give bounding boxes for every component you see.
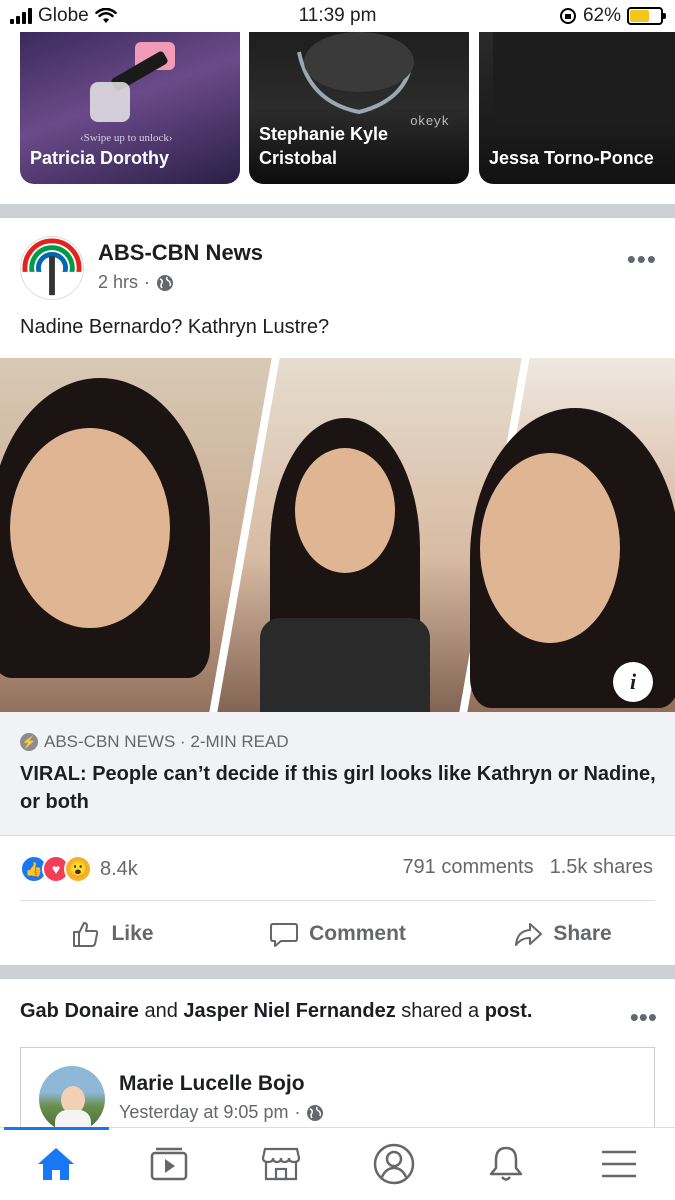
like-label: Like	[111, 922, 154, 945]
feed-separator	[0, 204, 675, 218]
story-name: Patricia Dorothy	[30, 148, 170, 168]
battery-percent: 62%	[582, 5, 621, 26]
profile-icon	[373, 1143, 414, 1185]
tab-home[interactable]	[0, 1127, 113, 1200]
tab-notifications[interactable]	[450, 1128, 563, 1200]
reaction-count: 8.4k	[100, 857, 138, 880]
bottom-tab-bar	[0, 1127, 675, 1200]
post-time[interactable]: Yesterday at 9:05 pm	[119, 1102, 288, 1123]
link-source: ⚡ ABS-CBN NEWS · 2-MIN READ	[20, 732, 289, 752]
meta-dot: ·	[294, 1102, 301, 1122]
tab-profile[interactable]	[338, 1128, 451, 1200]
status-bar: Globe 11:39 pm 62%	[0, 0, 675, 32]
sharer-name[interactable]: Gab Donaire	[20, 1000, 139, 1022]
meta-dot: ·	[144, 272, 151, 292]
reactions-summary[interactable]: 👍 ♥ 😮 8.4k	[20, 854, 138, 884]
avatar[interactable]	[39, 1066, 105, 1132]
home-icon	[38, 1148, 75, 1180]
like-button[interactable]: Like	[0, 904, 225, 964]
stories-tray: ‹Swipe up to unlock› Patricia Dorothy ok…	[0, 32, 675, 204]
comment-icon	[270, 923, 299, 947]
link-preview[interactable]: ⚡ ABS-CBN NEWS · 2-MIN READ VIRAL: Peopl…	[0, 712, 675, 836]
battery-icon	[627, 7, 666, 25]
menu-icon	[601, 1150, 636, 1178]
story-card[interactable]: Jessa Torno-Ponce	[479, 32, 675, 184]
wow-reaction-icon: 😮	[64, 855, 92, 883]
divider	[20, 900, 655, 901]
comment-label: Comment	[309, 922, 406, 945]
author-name[interactable]: Marie Lucelle Bojo	[119, 1072, 305, 1096]
post-image[interactable]: i	[0, 358, 675, 712]
more-options-icon[interactable]: •••	[627, 244, 657, 275]
post-meta: 2 hrs ·	[98, 272, 174, 293]
feed-separator	[0, 965, 675, 979]
share-label: Share	[553, 922, 612, 945]
status-right: 62%	[559, 5, 666, 27]
sharer-name[interactable]: Jasper Niel Fernandez	[183, 1000, 395, 1022]
globe-icon	[157, 274, 174, 291]
comment-button[interactable]: Comment	[225, 904, 450, 964]
post-time[interactable]: 2 hrs	[98, 272, 138, 293]
engagement-counts: 791 comments 1.5k shares	[402, 856, 653, 879]
share-button[interactable]: Share	[450, 904, 675, 964]
shared-a-text: shared a	[401, 1000, 480, 1022]
share-icon	[515, 923, 543, 946]
story-image	[297, 32, 414, 115]
marketplace-icon	[262, 1147, 301, 1181]
shared-post-header: Gab Donaire and Jasper Niel Fernandez sh…	[20, 1000, 620, 1023]
link-title: VIRAL: People can’t decide if this girl …	[20, 763, 656, 813]
thumbs-up-icon	[73, 922, 99, 947]
share-count[interactable]: 1.5k shares	[550, 856, 653, 879]
post-actions: Like Comment Share	[0, 904, 675, 964]
comment-count[interactable]: 791 comments	[402, 856, 533, 879]
tab-menu[interactable]	[563, 1128, 675, 1200]
shared-post-link[interactable]: post.	[485, 1000, 533, 1022]
story-image	[90, 42, 175, 122]
watch-icon	[150, 1147, 187, 1181]
post-text: Nadine Bernardo? Kathryn Lustre?	[20, 316, 330, 338]
post-meta: Yesterday at 9:05 pm ·	[119, 1102, 324, 1123]
tab-watch[interactable]	[113, 1128, 226, 1200]
bell-icon	[490, 1146, 523, 1181]
story-card[interactable]: okeyk Stephanie Kyle Cristobal	[249, 32, 469, 184]
page-name[interactable]: ABS-CBN News	[98, 240, 263, 266]
story-overlay-text: ‹Swipe up to unlock›	[80, 132, 173, 144]
instant-article-icon: ⚡	[20, 733, 38, 751]
shared-and: and	[144, 1000, 178, 1022]
abs-cbn-logo-avatar[interactable]	[20, 236, 84, 300]
story-name: Stephanie Kyle Cristobal	[259, 124, 389, 168]
globe-icon	[307, 1104, 324, 1121]
link-source-text: ABS-CBN NEWS · 2-MIN READ	[44, 732, 289, 751]
orientation-lock-icon	[559, 8, 576, 24]
story-name: Jessa Torno-Ponce	[489, 148, 654, 168]
info-icon[interactable]: i	[613, 662, 653, 702]
story-card[interactable]: ‹Swipe up to unlock› Patricia Dorothy	[20, 32, 240, 184]
more-options-icon[interactable]: •••	[630, 1002, 657, 1033]
tab-marketplace[interactable]	[225, 1128, 338, 1200]
